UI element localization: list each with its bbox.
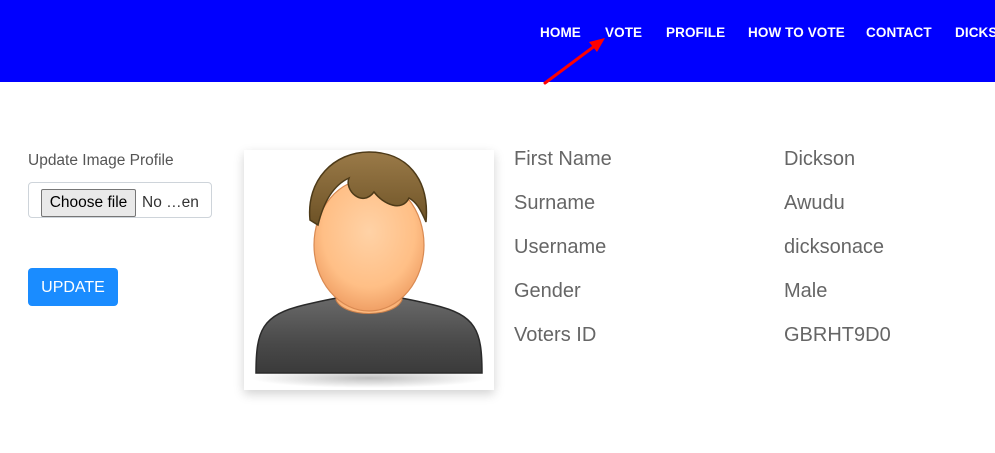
nav-user-link[interactable]: DICKS (955, 25, 995, 40)
top-navbar: HOME VOTE PROFILE HOW TO VOTE CONTACT DI… (0, 0, 995, 82)
choose-file-button[interactable]: Choose file (41, 189, 136, 217)
nav-how-to-vote-link[interactable]: HOW TO VOTE (748, 25, 845, 40)
surname-label: Surname (514, 192, 596, 214)
update-image-profile-label: Update Image Profile (28, 152, 174, 169)
annotation-arrow-icon (543, 38, 605, 85)
surname-value: Awudu (784, 192, 845, 214)
username-label: Username (514, 236, 607, 258)
default-user-avatar-icon (251, 151, 487, 388)
first-name-label: First Name (514, 148, 612, 170)
voters-id-label: Voters ID (514, 324, 597, 346)
username-value: dicksonace (784, 236, 885, 258)
gender-value: Male (784, 280, 828, 302)
voters-id-value: GBRHT9D0 (784, 324, 891, 346)
nav-profile-link[interactable]: PROFILE (666, 25, 725, 40)
file-status-text: No …en (142, 194, 199, 211)
profile-image-file-input[interactable]: Choose file No …en (28, 182, 212, 218)
gender-label: Gender (514, 280, 581, 302)
profile-avatar-card (244, 150, 494, 390)
nav-contact-link[interactable]: CONTACT (866, 25, 932, 40)
first-name-value: Dickson (784, 148, 856, 170)
update-button[interactable]: UPDATE (28, 268, 118, 306)
